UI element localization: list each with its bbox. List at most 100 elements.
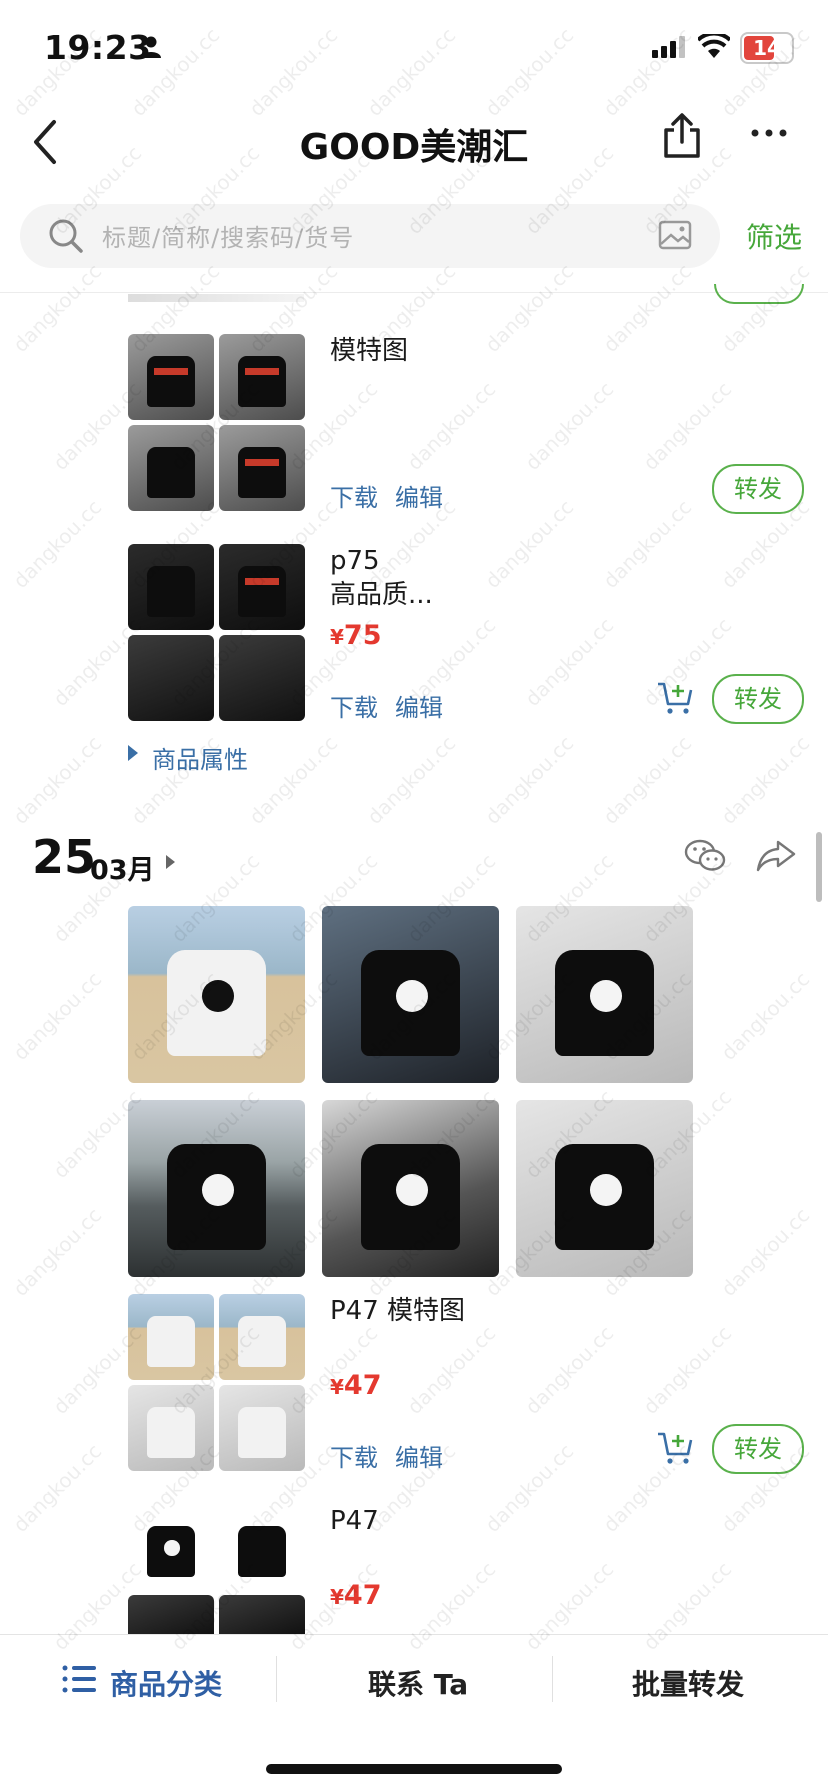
- product-thumbnail[interactable]: [128, 1294, 214, 1380]
- image-search-icon[interactable]: [658, 218, 692, 252]
- product-image[interactable]: [516, 1100, 693, 1277]
- watermark-text: dangkou.cc: [598, 495, 697, 593]
- date-month[interactable]: 03月: [90, 848, 155, 887]
- watermark-text: dangkou.cc: [716, 259, 815, 357]
- battery-level: 14: [753, 36, 781, 60]
- download-link[interactable]: 下载: [330, 478, 378, 513]
- product-price: ¥47: [330, 1580, 382, 1611]
- download-link[interactable]: 下载: [330, 688, 378, 723]
- product-thumbnail[interactable]: [219, 334, 305, 420]
- product-attributes-toggle[interactable]: 商品属性: [152, 740, 248, 775]
- watermark-text: dangkou.cc: [716, 967, 815, 1065]
- watermark-text: dangkou.cc: [402, 1321, 501, 1419]
- product-thumbnail[interactable]: [219, 1385, 305, 1471]
- tab-divider: [552, 1656, 553, 1702]
- watermark-text: dangkou.cc: [520, 377, 619, 475]
- scrollbar[interactable]: [816, 832, 822, 902]
- watermark-text: dangkou.cc: [8, 731, 107, 829]
- product-price: ¥47: [330, 1370, 382, 1401]
- watermark-text: dangkou.cc: [638, 377, 737, 475]
- watermark-text: dangkou.cc: [716, 1203, 815, 1301]
- forward-button[interactable]: 转发: [712, 1424, 804, 1474]
- product-thumbnail[interactable]: [128, 544, 214, 630]
- product-image[interactable]: [322, 1100, 499, 1277]
- watermark-text: dangkou.cc: [480, 495, 579, 593]
- status-time: 19:23: [44, 28, 152, 67]
- signal-icon: [652, 36, 685, 58]
- more-icon[interactable]: [750, 128, 788, 138]
- watermark-text: dangkou.cc: [362, 23, 461, 121]
- download-link[interactable]: 下载: [330, 1438, 378, 1473]
- person-icon: [141, 36, 161, 58]
- product-thumbnail[interactable]: [128, 334, 214, 420]
- search-icon: [49, 219, 83, 253]
- product-thumbnail[interactable]: [128, 425, 214, 511]
- product-title: 模特图: [330, 336, 409, 366]
- product-title: P47 模特图: [330, 1296, 466, 1326]
- tab-divider: [276, 1656, 277, 1702]
- product-thumbnail[interactable]: [219, 544, 305, 630]
- clipped-forward-button: [714, 284, 804, 304]
- forward-button[interactable]: 转发: [712, 464, 804, 514]
- list-icon[interactable]: [62, 1664, 96, 1694]
- watermark-text: dangkou.cc: [480, 731, 579, 829]
- watermark-text: dangkou.cc: [480, 1439, 579, 1537]
- watermark-text: dangkou.cc: [244, 731, 343, 829]
- product-thumbnail[interactable]: [128, 1595, 214, 1634]
- expand-arrow-icon: [128, 745, 138, 761]
- watermark-text: dangkou.cc: [638, 1321, 737, 1419]
- product-thumbnail[interactable]: [219, 425, 305, 511]
- watermark-text: dangkou.cc: [8, 967, 107, 1065]
- product-thumbnail[interactable]: [219, 1294, 305, 1380]
- watermark-text: dangkou.cc: [402, 377, 501, 475]
- wechat-icon[interactable]: [684, 838, 726, 874]
- product-thumbnail[interactable]: [219, 1595, 305, 1634]
- watermark-text: dangkou.cc: [8, 259, 107, 357]
- header-divider: [0, 292, 828, 293]
- product-image[interactable]: [128, 906, 305, 1083]
- date-day: 25: [32, 830, 97, 884]
- product-thumbnail[interactable]: [219, 1504, 305, 1590]
- watermark-text: dangkou.cc: [480, 259, 579, 357]
- product-price: ¥75: [330, 620, 382, 651]
- watermark-text: dangkou.cc: [362, 731, 461, 829]
- watermark-text: dangkou.cc: [8, 1203, 107, 1301]
- product-image[interactable]: [322, 906, 499, 1083]
- watermark-text: dangkou.cc: [244, 23, 343, 121]
- watermark-text: dangkou.cc: [598, 259, 697, 357]
- product-thumbnail[interactable]: [128, 1385, 214, 1471]
- product-thumbnail[interactable]: [128, 635, 214, 721]
- product-image[interactable]: [128, 1100, 305, 1277]
- product-title: P47: [330, 1506, 379, 1536]
- forward-arrow-icon[interactable]: [756, 840, 796, 872]
- edit-link[interactable]: 编辑: [395, 688, 443, 723]
- watermark-text: dangkou.cc: [598, 731, 697, 829]
- watermark-text: dangkou.cc: [8, 1439, 107, 1537]
- share-icon[interactable]: [660, 112, 704, 160]
- date-expand-icon[interactable]: [166, 855, 175, 869]
- tab-contact[interactable]: 联系 Ta: [368, 1663, 468, 1703]
- forward-button[interactable]: 转发: [712, 674, 804, 724]
- product-image[interactable]: [516, 906, 693, 1083]
- home-indicator: [266, 1764, 562, 1774]
- clipped-thumbnail: [128, 294, 304, 302]
- watermark-text: dangkou.cc: [480, 23, 579, 121]
- watermark-text: dangkou.cc: [8, 495, 107, 593]
- filter-button[interactable]: 筛选: [746, 216, 802, 256]
- battery-icon: 14: [740, 32, 794, 64]
- edit-link[interactable]: 编辑: [395, 1438, 443, 1473]
- watermark-text: dangkou.cc: [520, 613, 619, 711]
- product-subtitle: 高品质...: [330, 580, 433, 610]
- edit-link[interactable]: 编辑: [395, 478, 443, 513]
- tab-category[interactable]: 商品分类: [110, 1663, 222, 1703]
- search-placeholder: 标题/简称/搜索码/货号: [102, 224, 355, 252]
- tab-batch-forward[interactable]: 批量转发: [632, 1663, 744, 1703]
- product-thumbnail[interactable]: [219, 635, 305, 721]
- watermark-text: dangkou.cc: [520, 1321, 619, 1419]
- product-title: p75: [330, 546, 380, 576]
- wifi-icon: [698, 34, 730, 58]
- cart-add-icon[interactable]: [656, 1430, 694, 1466]
- product-thumbnail[interactable]: [128, 1504, 214, 1590]
- watermark-text: dangkou.cc: [716, 731, 815, 829]
- cart-add-icon[interactable]: [656, 680, 694, 716]
